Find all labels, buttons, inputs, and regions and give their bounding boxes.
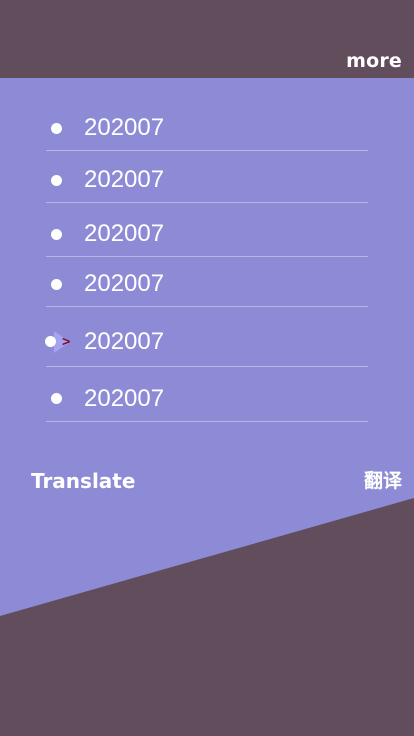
bullet-icon	[51, 123, 62, 134]
bullet-icon	[51, 229, 62, 240]
list-item-label: 202007	[84, 220, 165, 247]
top-bar: more	[0, 0, 414, 78]
bullet-icon	[51, 175, 62, 186]
translate-cn-button[interactable]: 翻译	[364, 469, 402, 493]
bullet-icon	[51, 279, 62, 290]
list-item[interactable]: 202007	[46, 268, 368, 307]
active-caret-icon: >	[62, 334, 71, 350]
list-item[interactable]: 202007	[46, 216, 368, 257]
list-item[interactable]: 202007	[46, 112, 368, 151]
bullet-icon	[45, 336, 56, 347]
list-item-label: 202007	[84, 385, 165, 412]
list-item[interactable]: 202007	[46, 382, 368, 422]
more-link[interactable]: more	[346, 50, 402, 72]
list-item[interactable]: 202007	[46, 164, 368, 203]
translate-button[interactable]: Translate	[31, 469, 135, 493]
list-item-label: 202007	[84, 166, 165, 193]
list-item-active[interactable]: > 202007	[45, 322, 368, 367]
list-item-label: 202007	[84, 114, 165, 141]
list-item-label: 202007	[84, 270, 165, 297]
screen: more 202007 202007 202007 202007 > 20200…	[0, 0, 414, 736]
bullet-icon	[51, 393, 62, 404]
list-item-label: 202007	[84, 328, 165, 355]
